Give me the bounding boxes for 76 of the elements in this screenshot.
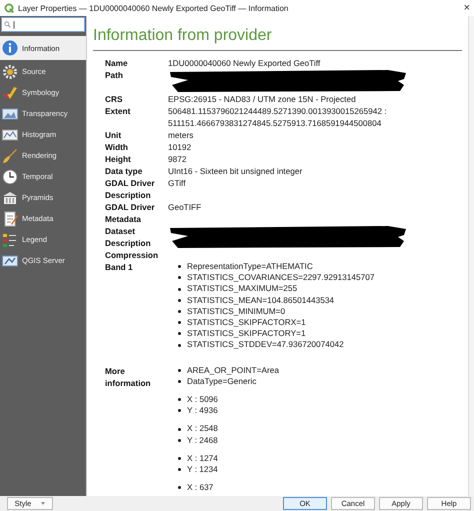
list-item: DataType=Generic [187,376,256,388]
list-item: STATISTICS_MAXIMUM=255 [187,283,298,295]
bullet-icon [178,409,181,412]
field-label: GDAL Driver Description [105,177,156,201]
field-value: 1DU0000040060 Newly Exported GeoTiff [168,57,320,69]
field-value: GTiff [168,177,186,189]
list-item: STATISTICS_MEAN=104.86501443534 [187,294,334,306]
field-value: 511151.4666793831274845.5275913.7168591944500804 [168,117,382,129]
bullet-icon [178,276,181,280]
caret-icon [41,502,46,505]
list-item: STATISTICS_COVARIANCES=2297.92913145707 [187,272,374,284]
bullet-icon [178,288,181,290]
list-item: X : 1274 [187,452,218,464]
bullet-icon [178,368,181,372]
search-field[interactable]: | [1,17,85,32]
field-value: EPSG:26915 - NAD83 / UTM zone 15N - Projected [168,93,356,105]
list-item: Y : 4936 [187,405,218,416]
field-label: Band 1 [105,261,134,274]
brush-icon [2,148,18,164]
bullet-icon [178,380,181,383]
bullet-icon [178,344,181,347]
window-title: Layer Properties — 1DU0000040060 Newly Exported GeoTiff — Information [18,4,290,12]
bullet-icon [178,438,181,442]
bullet-icon [178,298,181,302]
list-item: X : 5096 [187,394,218,406]
list-item: STATISTICS_SKIPFACTORX=1 [187,317,306,328]
section-heading: Information from provider [93,26,273,46]
list-item: STATISTICS_SKIPFACTORY=1 [187,328,306,340]
field-value: 10192 [168,141,192,153]
list-item: STATISTICS_STDDEV=47.936720074042 [187,339,344,351]
field-label: More information [105,364,152,390]
bullet-icon [178,398,181,402]
bullet-icon [178,456,181,460]
q-logo-icon [4,3,14,13]
search-icon [4,21,11,28]
field-value: meters [168,129,194,141]
building-icon [2,190,18,206]
bullet-icon [178,321,181,324]
bullet-icon [178,310,181,313]
bullet-icon [178,486,181,490]
legend-icon [2,232,18,248]
field-value: 9872 [168,153,186,165]
image-icon [2,106,18,122]
chart-icon [2,126,18,142]
field-value: 506481.1153796021244489.5271390.0013930015265942 : [168,105,387,117]
close-button[interactable]: × [464,2,470,14]
list-item: STATISTICS_MINIMUM=0 [187,306,286,318]
bullet-icon [178,332,181,336]
field-label: Compression [105,249,160,261]
field-label: Dataset Description [105,225,152,249]
list-item: AREA_OR_POINT=Area [187,364,279,376]
field-value: GeoTIFF [168,201,202,213]
info-icon [2,40,18,56]
map-icon [2,252,18,268]
field-label: Extent [105,105,132,118]
gear-icon [2,64,18,80]
field-label: Data type [105,165,144,177]
clock-icon [2,168,18,184]
list-item: RepresentationType=ATHEMATIC [187,261,313,272]
field-label: GDAL Driver Metadata [105,201,156,225]
list-item: Y : 2468 [187,434,218,446]
field-label: Path [105,69,124,82]
list-item: X : 2548 [187,423,218,435]
list-item: Y : 1234 [187,464,218,476]
list-item: X : 637 [187,482,214,494]
field-label: Name [105,57,129,69]
field-label: Unit [105,129,122,141]
bullet-icon [178,265,181,268]
document-icon [2,210,18,226]
brush-icon [2,84,18,100]
field-label: Width [105,141,129,153]
field-label: CRS [105,93,124,105]
bullet-icon [178,428,181,431]
bullet-icon [178,468,181,472]
field-label: Height [105,153,132,165]
field-value: UInt16 - Sixteen bit unsigned integer [168,165,302,177]
